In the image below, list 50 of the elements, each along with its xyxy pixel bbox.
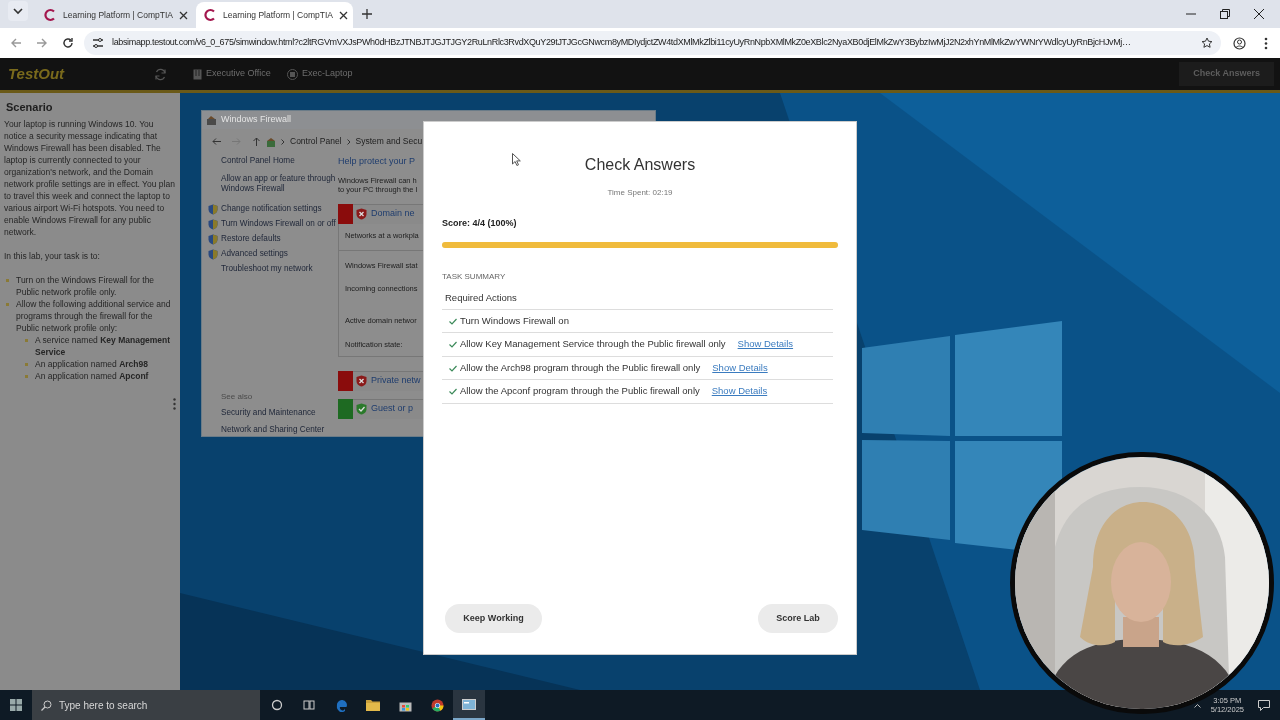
app-logo: TestOut (8, 63, 66, 84)
app-window-icon (462, 698, 476, 710)
task-item: Allow the following additional service and programs through the firewall for the Public network profile only: (16, 297, 172, 334)
search-icon (41, 700, 52, 711)
bullet (25, 374, 28, 378)
restore-icon[interactable] (1220, 9, 1230, 19)
task-item: A service named Key Management Service (35, 333, 172, 358)
bullet (25, 338, 28, 342)
task-intro: In this lab, your task is to: (4, 249, 101, 262)
new-tab-icon[interactable] (362, 9, 372, 19)
cortana-icon (271, 699, 283, 711)
close-icon[interactable] (1254, 9, 1264, 19)
notifications-icon[interactable] (1258, 699, 1270, 711)
forward-icon[interactable] (36, 37, 48, 49)
bullet (25, 362, 28, 366)
computer-icon (286, 68, 298, 80)
task-view-icon (303, 699, 315, 711)
browser-icon (430, 698, 444, 712)
close-icon[interactable] (338, 10, 348, 20)
task-item: Turn on the Windows Firewall for the Public network profile only. (16, 273, 156, 298)
start-icon[interactable] (10, 699, 22, 711)
task-item: An application named Apconf (35, 369, 150, 382)
url-field[interactable]: labsimapp.testout.com/v6_0_675/simwindow.html?c2ltRGVmVXJsPWh0dHBzJTNBJTJGJTJGY2RuLnRlc3RvdXQuY29tJTJGcGNwcm8yMDIydjctZW4tdXMlMkZlbi11cyUyRnNpbXMlMkZ0eXBlc2NyaXB0djElMkZwY3BybzIwMjJ2N2xhYnMlMkZwYWNrYWdlcyUyRnBjcHJvMj… (84, 31, 1221, 55)
browser-tab[interactable]: Learning Platform | CompTIA (36, 2, 193, 28)
bullet (6, 302, 9, 306)
location-tab[interactable]: Executive Office (193, 58, 271, 90)
check-answers-button[interactable]: Check Answers (1179, 62, 1274, 86)
resize-handle-icon[interactable] (173, 398, 176, 410)
profile-icon[interactable] (1233, 36, 1246, 50)
logo-icon (203, 8, 217, 22)
scenario-title: Scenario (6, 100, 54, 115)
building-icon (193, 68, 202, 80)
menu-icon[interactable] (1264, 36, 1268, 50)
site-settings-icon[interactable] (92, 37, 104, 49)
task-item: An application named Arch98 (35, 357, 149, 370)
browser-tab[interactable]: Learning Platform | CompTIA (196, 2, 353, 28)
refresh-icon[interactable] (154, 67, 167, 81)
folder-icon (366, 699, 380, 711)
taskbar-search-field[interactable]: Type here to search (32, 690, 260, 720)
taskbar-button[interactable] (453, 690, 485, 720)
close-icon[interactable] (178, 10, 188, 20)
tab-search-dropdown-icon[interactable] (8, 1, 28, 21)
back-icon[interactable] (10, 37, 22, 49)
reload-icon[interactable] (62, 37, 74, 49)
logo-icon (43, 8, 57, 22)
bookmark-star-icon[interactable] (1201, 37, 1213, 49)
location-tab[interactable]: Exec-Laptop (286, 58, 353, 90)
scenario-description: Your laptop is running Windows 10. You notice a security message indicating that Windows Firewall has been disabled. The laptop is currently connected to your organization's network, and the Domain network profile settings are in effect. You plan to travel this week and connect the laptop to various airport Wi-Fi hotspots. You need to enable Windows Firewall for any public network. (4, 117, 176, 238)
bullet (6, 278, 9, 282)
edge-icon (334, 698, 348, 712)
